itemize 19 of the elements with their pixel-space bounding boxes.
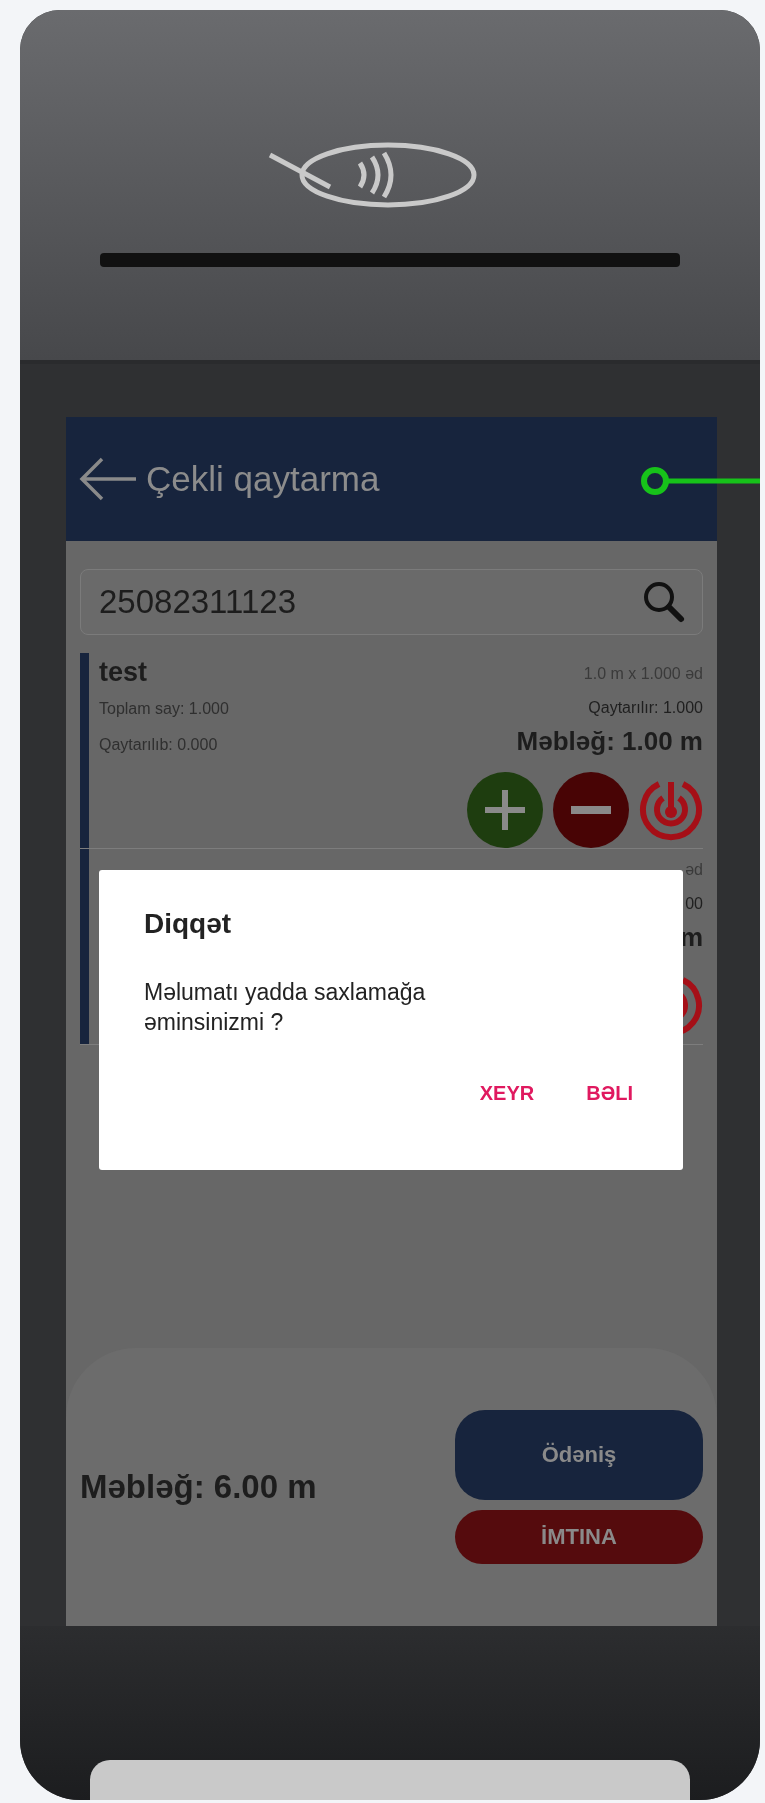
cancel-button[interactable]: İMTINA [455,1510,703,1564]
payment-button[interactable]: Ödəniş [455,1410,703,1500]
dialog-button[interactable]: BƏLI [580,1077,639,1109]
item-returning: 00 [685,894,703,914]
back-arrow-icon[interactable] [78,455,138,503]
item-total-count: Toplam say: 1.000 [99,700,230,718]
plus-icon[interactable] [467,772,543,848]
dialog-message: Məlumatı yadda saxlamağa əminsinizmi ? [144,978,427,1037]
item-returning: Qaytarılır: 1.000 [588,698,703,718]
dialog-title: Diqqət [144,908,233,940]
total-amount: Məbləğ: 6.00 m [80,1468,317,1506]
minus-icon[interactable] [553,772,629,848]
item-returned: Qaytarılıb: 0.000 [99,736,219,754]
dialog-button[interactable]: XEYR [473,1077,541,1109]
search-icon[interactable] [642,580,686,624]
item-amount: Məbləğ: 1.00 m [516,726,703,758]
item-name: test [99,657,148,688]
screen-title: Çekli qaytarma [146,459,380,499]
search-field[interactable]: 25082311123 [80,569,703,635]
